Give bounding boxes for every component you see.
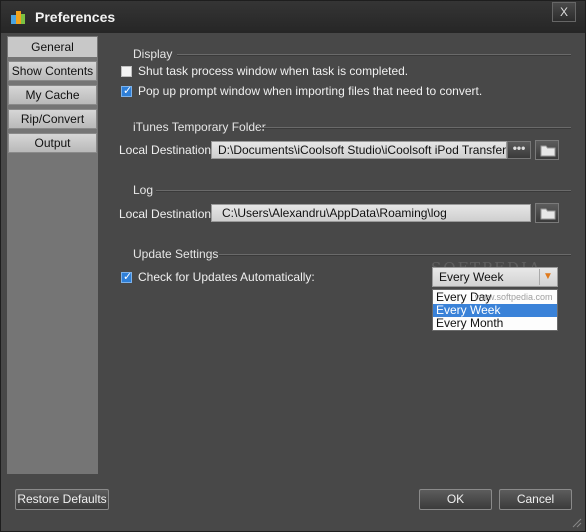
sidebar-item-output[interactable]: Output bbox=[8, 133, 97, 153]
update-section-title: Update Settings bbox=[133, 247, 219, 261]
popup-prompt-checkbox[interactable]: ✓ bbox=[121, 85, 133, 97]
popup-prompt-label: Pop up prompt window when importing file… bbox=[138, 84, 483, 98]
cancel-button[interactable]: Cancel bbox=[499, 489, 572, 510]
update-divider bbox=[219, 254, 571, 256]
update-frequency-select[interactable]: Every Week ▼ bbox=[432, 267, 558, 287]
log-dest-label: Local Destination: bbox=[119, 207, 215, 221]
log-browse-folder-button[interactable] bbox=[535, 203, 559, 223]
log-path-field[interactable]: C:\Users\Alexandru\AppData\Roaming\log bbox=[211, 204, 531, 222]
update-frequency-value: Every Week bbox=[439, 270, 504, 284]
itunes-dest-label: Local Destination: bbox=[119, 143, 215, 157]
itunes-folder-divider bbox=[259, 127, 571, 129]
itunes-path-field[interactable]: D:\Documents\iCoolsoft Studio\iCoolsoft … bbox=[211, 141, 507, 159]
close-button[interactable]: X bbox=[552, 2, 576, 22]
auto-update-checkbox[interactable]: ✓ bbox=[121, 271, 133, 283]
sidebar-item-general[interactable]: General bbox=[8, 37, 97, 57]
sidebar: General Show Contents My Cache Rip/Conve… bbox=[7, 36, 98, 474]
folder-icon bbox=[540, 145, 556, 157]
log-divider bbox=[156, 190, 571, 192]
window-title: Preferences bbox=[35, 9, 116, 25]
preferences-window: Preferences X General Show Contents My C… bbox=[0, 0, 586, 532]
app-logo-icon bbox=[11, 11, 25, 24]
sidebar-item-show-contents[interactable]: Show Contents bbox=[8, 61, 97, 81]
sidebar-item-rip-convert[interactable]: Rip/Convert bbox=[8, 109, 97, 129]
sidebar-item-my-cache[interactable]: My Cache bbox=[8, 85, 97, 105]
auto-update-label: Check for Updates Automatically: bbox=[138, 270, 315, 284]
watermark-url: www.softpedia.com bbox=[475, 292, 553, 302]
display-divider bbox=[177, 54, 571, 56]
shut-task-label: Shut task process window when task is co… bbox=[138, 64, 409, 78]
itunes-path-options-button[interactable]: ••• bbox=[507, 141, 531, 159]
itunes-folder-section-title: iTunes Temporary Folder bbox=[133, 120, 266, 134]
folder-icon bbox=[540, 208, 556, 220]
chevron-down-icon[interactable]: ▼ bbox=[539, 269, 556, 285]
checkmark-icon: ✓ bbox=[123, 271, 133, 283]
ok-button[interactable]: OK bbox=[419, 489, 492, 510]
title-bar[interactable]: Preferences X bbox=[1, 1, 585, 33]
restore-defaults-button[interactable]: Restore Defaults bbox=[15, 489, 109, 510]
log-section-title: Log bbox=[133, 183, 154, 197]
checkmark-icon: ✓ bbox=[123, 85, 133, 97]
shut-task-checkbox[interactable] bbox=[121, 66, 132, 77]
dropdown-option-every-month[interactable]: Every Month bbox=[433, 317, 557, 330]
display-section-title: Display bbox=[133, 47, 173, 61]
itunes-browse-folder-button[interactable] bbox=[535, 140, 559, 160]
resize-grip-icon[interactable] bbox=[572, 518, 582, 528]
